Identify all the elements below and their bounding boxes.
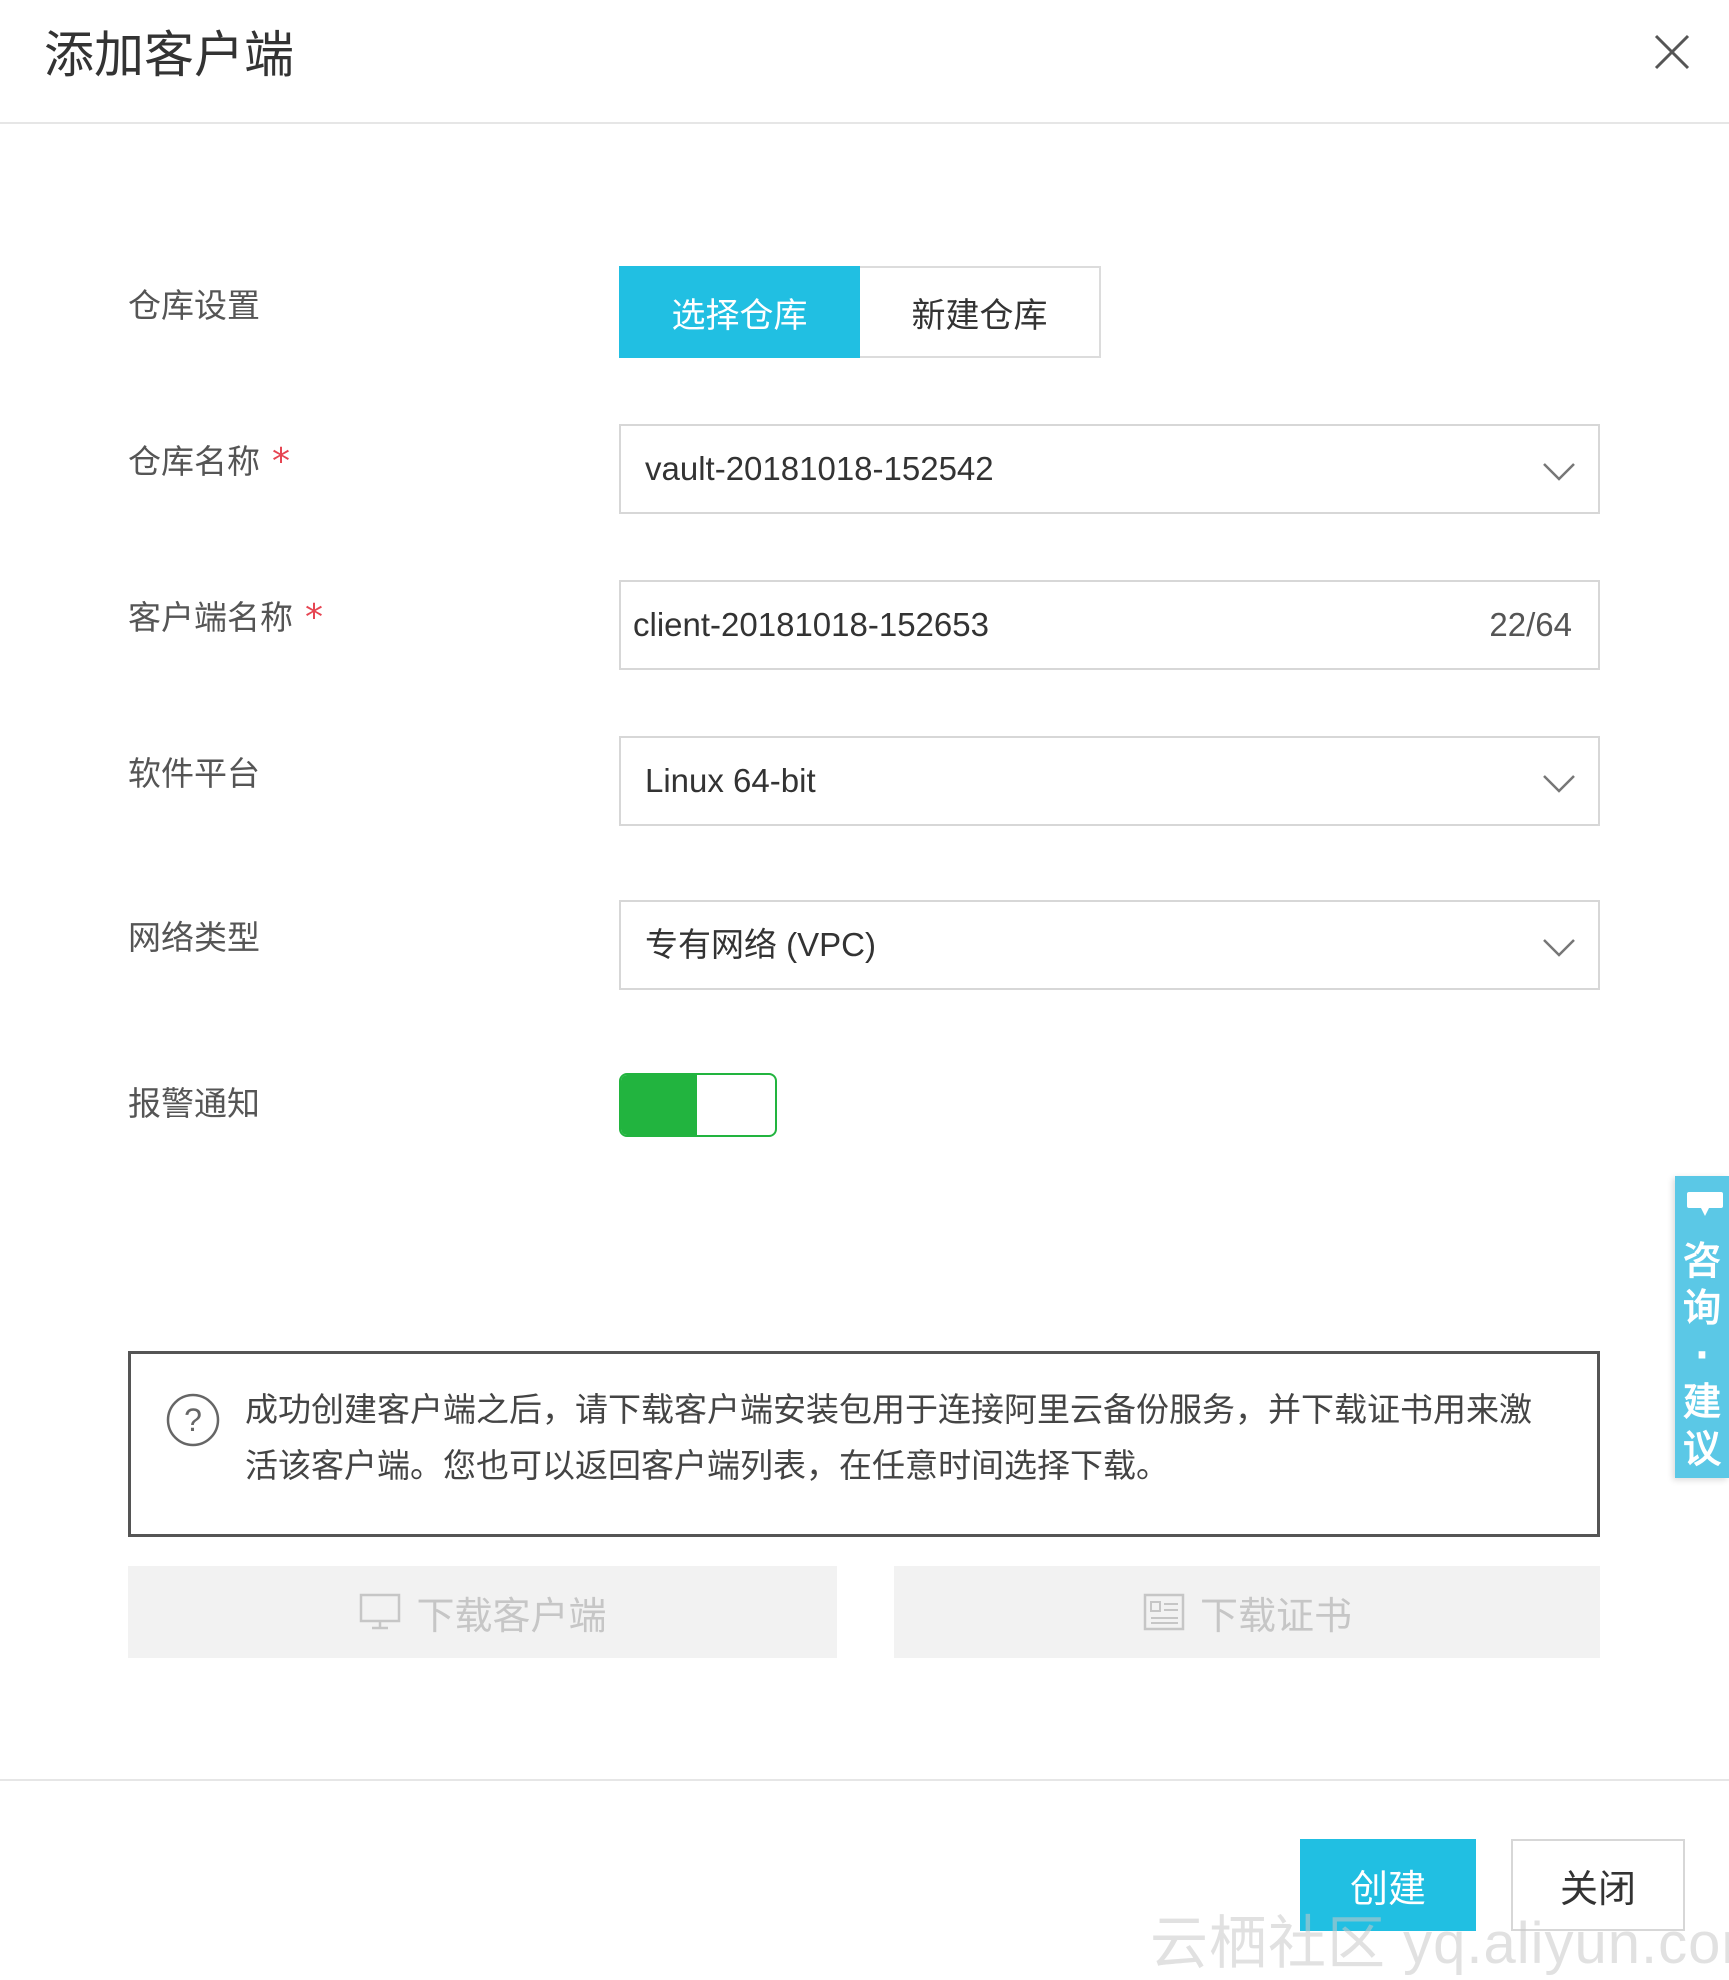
close-icon[interactable]	[1650, 30, 1694, 74]
chevron-down-icon	[1543, 463, 1575, 481]
svg-text:?: ?	[184, 1402, 202, 1438]
new-vault-button[interactable]: 新建仓库	[860, 266, 1101, 358]
vault-name-label: 仓库名称 *	[128, 440, 290, 484]
alert-toggle[interactable]	[619, 1073, 777, 1137]
monitor-icon	[360, 1593, 401, 1630]
consult-char: ·	[1694, 1333, 1710, 1377]
watermark: 云栖社区 yq.aliyun.com	[1150, 1911, 1729, 1976]
consult-feedback-tab[interactable]: 咨 询 · 建 议	[1675, 1176, 1729, 1478]
consult-char: 询	[1682, 1286, 1721, 1330]
char-counter: 22/64	[1489, 606, 1572, 643]
download-cert-button[interactable]: 下载证书	[894, 1566, 1600, 1658]
footer-divider	[0, 1779, 1729, 1781]
vault-name-select[interactable]: vault-20181018-152542	[619, 424, 1600, 514]
download-client-label: 下载客户端	[416, 1593, 607, 1638]
info-text: 成功创建客户端之后，请下载客户端安装包用于连接阿里云备份服务，并下载证书用来激活…	[245, 1390, 1532, 1485]
info-box: ? 成功创建客户端之后，请下载客户端安装包用于连接阿里云备份服务，并下载证书用来…	[128, 1351, 1600, 1537]
dialog-title: 添加客户端	[44, 26, 294, 84]
client-name-field: 22/64	[619, 580, 1600, 670]
consult-char: 建	[1682, 1380, 1721, 1424]
add-client-dialog: 添加客户端 仓库设置 选择仓库 新建仓库 仓库名称 * vault-2018101…	[0, 0, 1729, 1976]
vault-setting-segmented: 选择仓库 新建仓库	[619, 266, 1101, 358]
required-mark: *	[272, 441, 290, 482]
chevron-down-icon	[1543, 775, 1575, 793]
client-name-label: 客户端名称 *	[128, 596, 323, 640]
consult-char: 咨	[1682, 1239, 1721, 1283]
download-cert-label: 下载证书	[1199, 1593, 1352, 1638]
platform-label: 软件平台	[128, 754, 260, 793]
dialog-header: 添加客户端	[0, 0, 1729, 124]
certificate-icon	[1143, 1593, 1185, 1631]
chevron-down-icon	[1543, 939, 1575, 957]
question-icon: ?	[166, 1393, 220, 1447]
select-vault-button[interactable]: 选择仓库	[619, 266, 860, 358]
consult-char: 议	[1682, 1427, 1721, 1471]
client-name-input[interactable]	[633, 582, 1453, 668]
platform-select[interactable]: Linux 64-bit	[619, 736, 1600, 826]
toggle-fill	[621, 1075, 697, 1135]
network-value: 专有网络 (VPC)	[645, 926, 876, 963]
network-select[interactable]: 专有网络 (VPC)	[619, 900, 1600, 990]
alert-label: 报警通知	[128, 1084, 260, 1123]
client-name-label-text: 客户端名称	[128, 598, 293, 637]
network-label: 网络类型	[128, 918, 260, 957]
download-client-button[interactable]: 下载客户端	[128, 1566, 837, 1658]
platform-value: Linux 64-bit	[645, 762, 816, 799]
chat-bubble-icon	[1687, 1192, 1723, 1216]
vault-setting-label: 仓库设置	[128, 286, 260, 325]
required-mark: *	[305, 597, 323, 638]
vault-name-value: vault-20181018-152542	[645, 450, 994, 487]
consult-tab-label: 咨 询 · 建 议	[1675, 1238, 1729, 1473]
vault-name-label-text: 仓库名称	[128, 442, 260, 481]
